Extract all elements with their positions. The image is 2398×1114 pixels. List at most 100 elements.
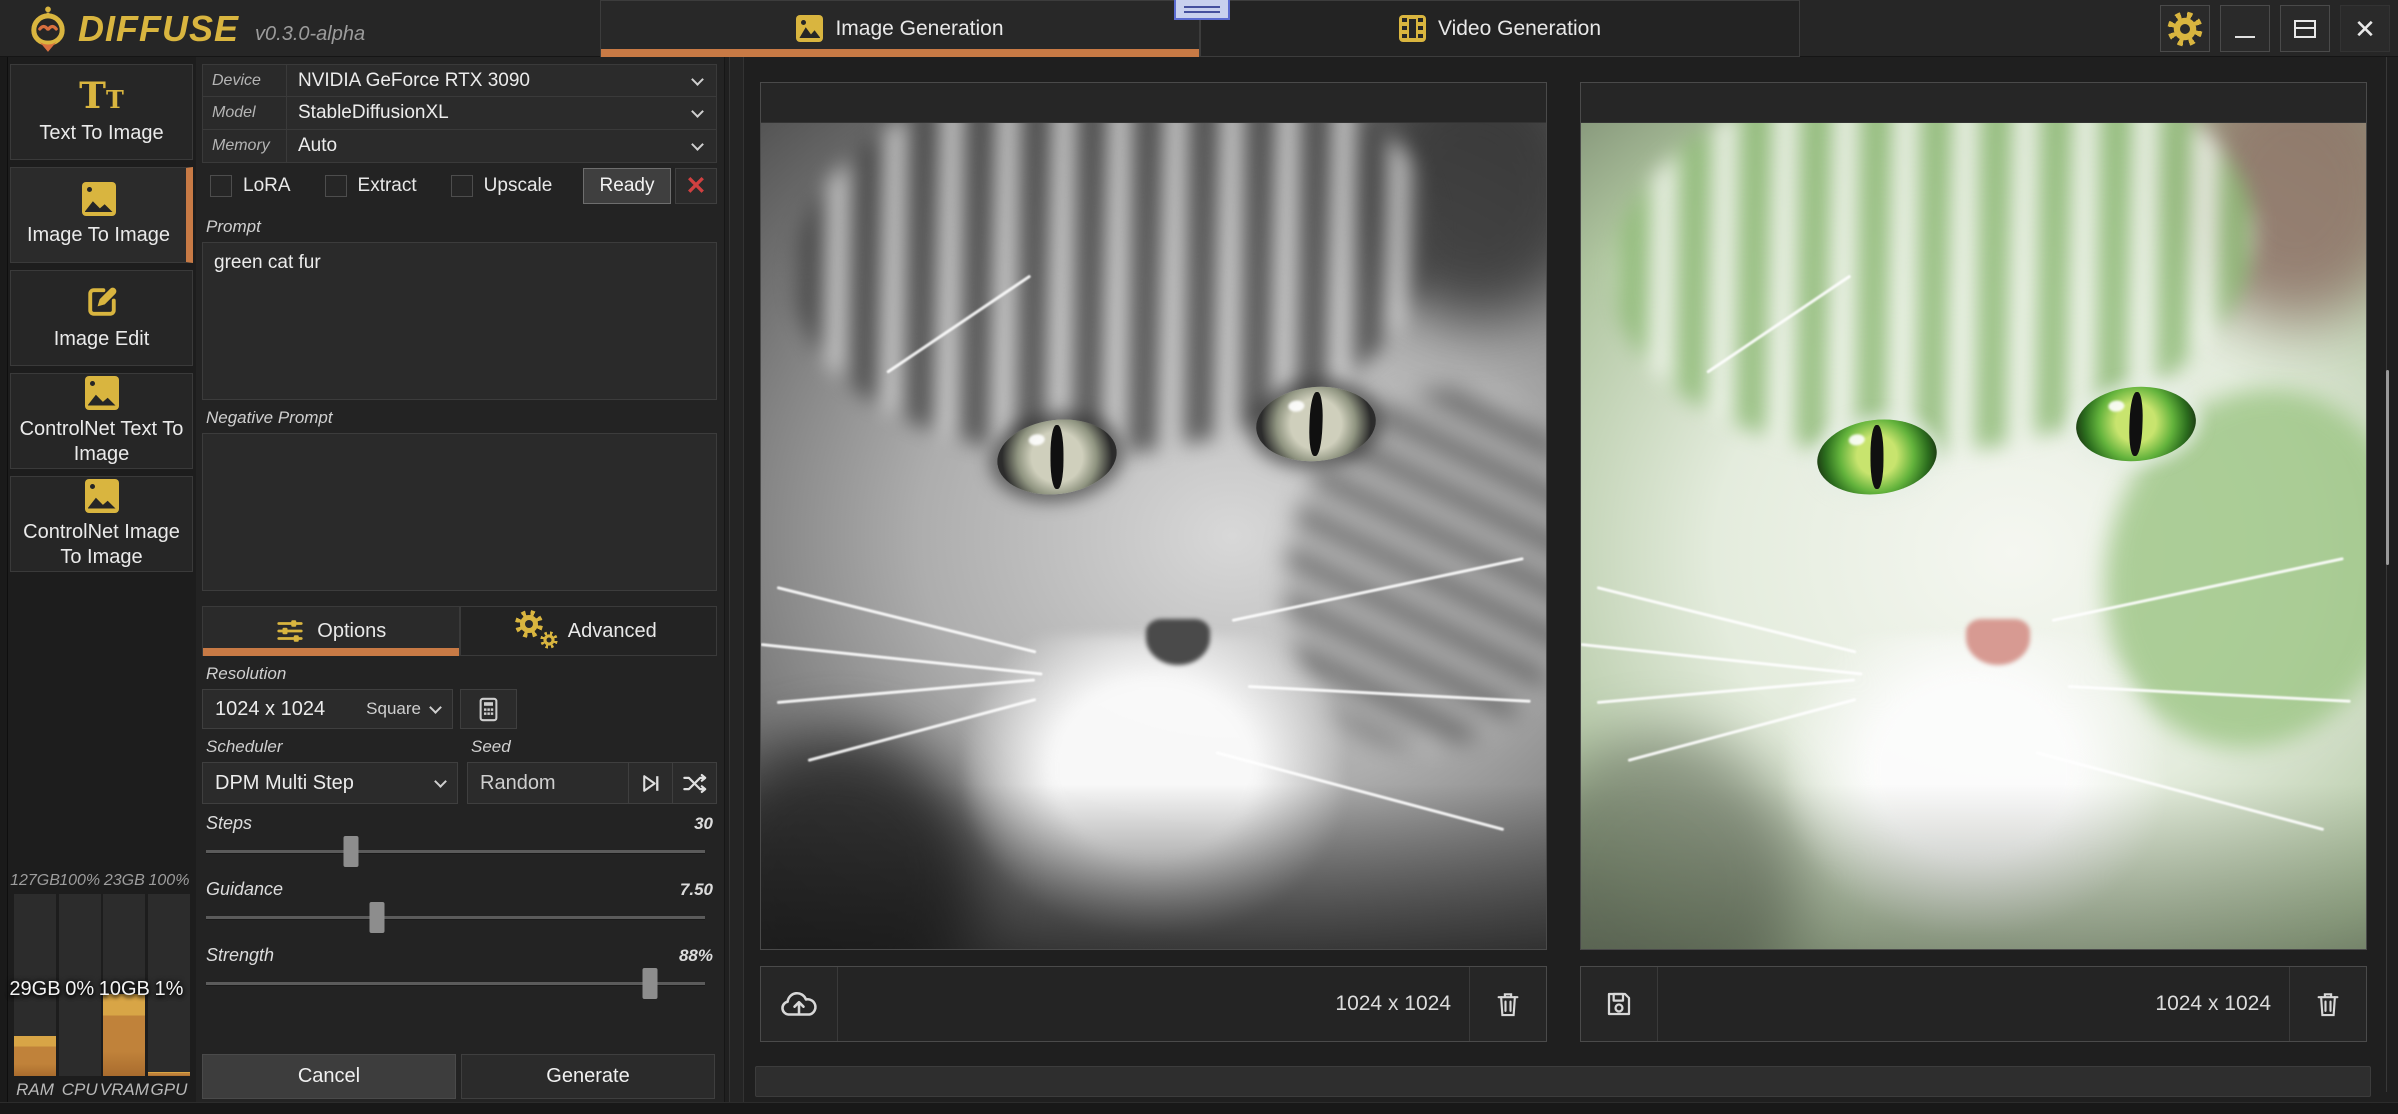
strength-slider[interactable] <box>202 966 717 1002</box>
meter-name: CPU <box>62 1076 98 1100</box>
upload-image-button[interactable] <box>761 967 838 1041</box>
device-value: NVIDIA GeForce RTX 3090 <box>298 70 530 92</box>
resolution-value: 1024 x 1024 <box>215 698 325 721</box>
text-icon: TT <box>79 78 124 114</box>
skip-icon <box>638 771 663 796</box>
save-image-button[interactable] <box>1581 967 1658 1041</box>
tab-label: Video Generation <box>1438 17 1601 41</box>
aspect-value: Square <box>366 699 421 719</box>
chevron-down-icon <box>434 775 447 788</box>
seed-randomize-button[interactable] <box>672 763 716 803</box>
sidebar-item-controlnet-text-to-image[interactable]: ControlNet Text To Image <box>10 373 193 469</box>
tab-advanced[interactable]: Advanced <box>460 606 718 656</box>
meter-bar: 1% <box>148 894 190 1076</box>
resolution-calculator-button[interactable] <box>460 689 517 729</box>
meter-max: 127GB <box>10 872 60 894</box>
sidebar-item-text-to-image[interactable]: TT Text To Image <box>10 64 193 160</box>
generated-image-size: 1024 x 1024 <box>2155 992 2289 1016</box>
memory-value: Auto <box>298 135 337 157</box>
extract-checkbox[interactable] <box>325 175 347 197</box>
generated-viewer-header <box>1581 83 2366 123</box>
tab-options[interactable]: Options <box>202 606 460 656</box>
model-select[interactable]: StableDiffusionXL <box>287 97 716 129</box>
source-delete-button[interactable] <box>1469 967 1546 1041</box>
cancel-button[interactable]: Cancel <box>202 1054 456 1099</box>
sidebar-item-image-to-image[interactable]: Image To Image <box>10 167 193 263</box>
slider-handle[interactable] <box>643 968 658 999</box>
upscale-toggle[interactable]: Upscale <box>451 175 553 197</box>
upscale-label: Upscale <box>484 175 553 197</box>
negative-prompt-input[interactable] <box>202 433 717 591</box>
save-icon <box>1603 988 1635 1020</box>
generation-controls-panel: Device NVIDIA GeForce RTX 3090 Model Sta… <box>196 57 725 1114</box>
source-image[interactable] <box>761 123 1546 949</box>
meter-bar: 0% <box>59 894 101 1076</box>
generated-delete-button[interactable] <box>2289 967 2366 1041</box>
sidebar-item-label: Image To Image <box>27 223 170 248</box>
tab-label: Options <box>317 620 386 643</box>
settings-button[interactable] <box>2160 5 2210 52</box>
extract-toggle[interactable]: Extract <box>325 175 417 197</box>
sidebar-item-image-edit[interactable]: Image Edit <box>10 270 193 366</box>
upscale-checkbox[interactable] <box>451 175 473 197</box>
aspect-select[interactable]: Square <box>366 699 440 719</box>
meter-cpu: 100% 0% CPU <box>59 872 101 1100</box>
meter-name: RAM <box>16 1076 54 1100</box>
source-viewer-header <box>761 83 1546 123</box>
guidance-slider-block: Guidance 7.50 <box>202 879 717 936</box>
seed-input[interactable]: Random <box>468 763 628 803</box>
slider-handle[interactable] <box>370 902 385 933</box>
sidebar-item-controlnet-image-to-image[interactable]: ControlNet Image To Image <box>10 476 193 572</box>
strength-label: Strength <box>206 945 274 966</box>
source-image-footer: 1024 x 1024 <box>760 966 1547 1042</box>
resource-meters: 127GB 29GB RAM 100% 0% CPU 23GB <box>8 872 196 1100</box>
steps-value: 30 <box>694 814 713 834</box>
device-label: Device <box>203 65 287 96</box>
generate-button[interactable]: Generate <box>461 1054 715 1099</box>
resolution-select[interactable]: 1024 x 1024 Square <box>202 689 453 729</box>
device-select[interactable]: NVIDIA GeForce RTX 3090 <box>287 65 716 96</box>
close-button[interactable]: ✕ <box>2340 5 2390 52</box>
maximize-button[interactable] <box>2280 5 2330 52</box>
feature-toggles: LoRA Extract Upscale Ready ✕ <box>202 163 717 209</box>
app-title: DIFFUSE <box>78 8 239 50</box>
window-drag-handle[interactable] <box>1174 0 1230 20</box>
scheduler-select[interactable]: DPM Multi Step <box>202 762 458 804</box>
guidance-slider[interactable] <box>202 900 717 936</box>
source-image-size: 1024 x 1024 <box>1335 992 1469 1016</box>
slider-track[interactable] <box>206 850 705 853</box>
strength-slider-block: Strength 88% <box>202 945 717 1002</box>
meter-value: 1% <box>142 978 196 1001</box>
panel-splitter[interactable] <box>729 57 744 1114</box>
generated-image[interactable] <box>1581 123 2366 949</box>
sidebar-item-label: Image Edit <box>54 327 150 352</box>
slider-handle[interactable] <box>344 836 359 867</box>
source-image-viewer <box>760 82 1547 950</box>
scrollbar-thumb[interactable] <box>2386 370 2389 565</box>
lora-checkbox[interactable] <box>210 175 232 197</box>
minimize-button[interactable] <box>2220 5 2270 52</box>
seed-field: Random <box>467 762 717 804</box>
memory-select[interactable]: Auto <box>287 130 716 162</box>
tab-video-generation[interactable]: Video Generation <box>1200 0 1800 57</box>
seed-reuse-button[interactable] <box>628 763 672 803</box>
seed-label: Seed <box>471 737 717 757</box>
memory-label: Memory <box>203 130 287 162</box>
chevron-down-icon <box>691 105 704 118</box>
tab-image-generation[interactable]: Image Generation <box>600 0 1200 57</box>
prompt-input[interactable]: green cat fur <box>202 242 717 400</box>
stop-button[interactable]: ✕ <box>675 168 717 204</box>
lora-toggle[interactable]: LoRA <box>210 175 291 197</box>
minimize-icon <box>2235 36 2255 38</box>
maximize-icon <box>2294 20 2316 38</box>
bottom-status-strip <box>0 1102 2398 1114</box>
chevron-down-icon <box>691 138 704 151</box>
window-edge <box>0 57 8 1114</box>
trash-icon <box>2313 989 2343 1019</box>
steps-slider[interactable] <box>202 834 717 870</box>
image-icon <box>85 479 119 513</box>
slider-track[interactable] <box>206 982 705 985</box>
tab-label: Image Generation <box>835 17 1003 41</box>
slider-track[interactable] <box>206 916 705 919</box>
generated-image-footer: 1024 x 1024 <box>1580 966 2367 1042</box>
